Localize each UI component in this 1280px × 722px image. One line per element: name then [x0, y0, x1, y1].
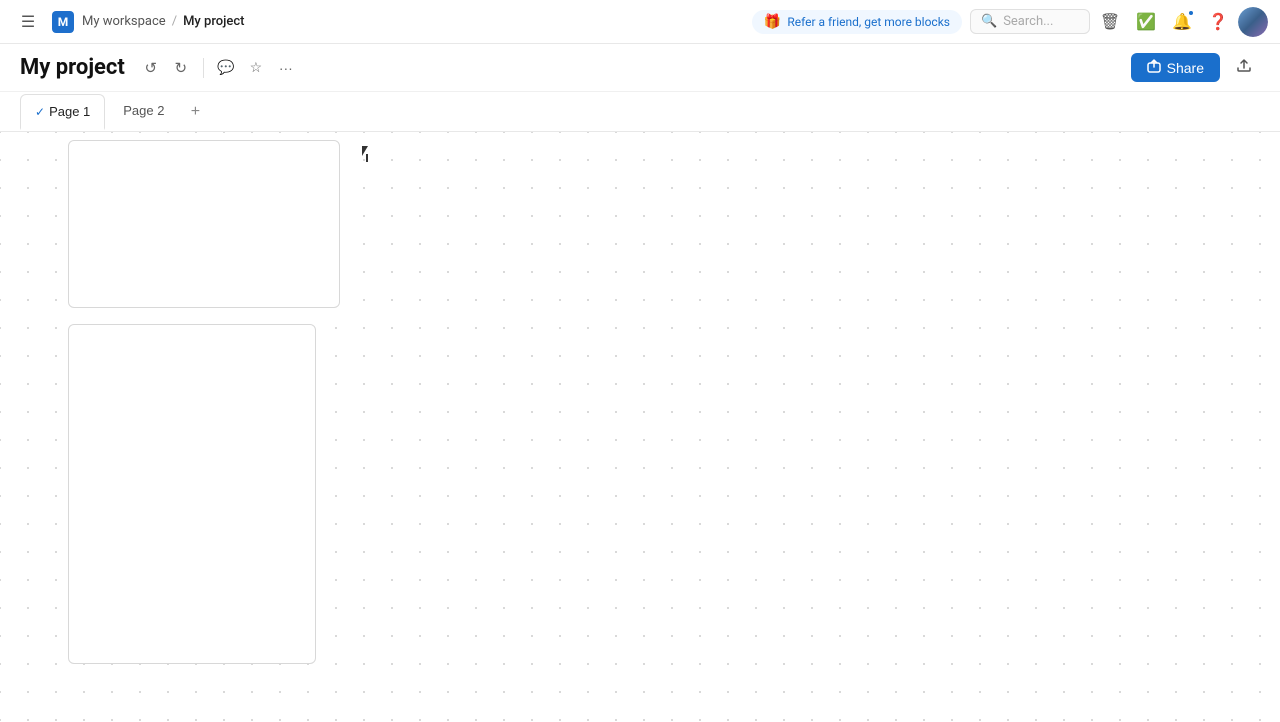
- trash-icon: 🗑: [1100, 12, 1120, 32]
- check-icon: ✅: [1136, 12, 1156, 32]
- page-title: My project: [20, 55, 125, 80]
- share-button[interactable]: Share: [1131, 53, 1220, 82]
- nav-right: 🔍 Search... 🗑 ✅ 🔔 ❓: [970, 6, 1268, 38]
- toolbar-divider: [203, 58, 204, 78]
- share-icon: [1147, 59, 1161, 76]
- breadcrumb-separator: /: [172, 14, 177, 29]
- tab-check-icon: ✓: [35, 105, 45, 119]
- check-button[interactable]: ✅: [1130, 6, 1162, 38]
- notifications-button[interactable]: 🔔: [1166, 6, 1198, 38]
- workspace-name: My workspace: [82, 14, 166, 29]
- search-box[interactable]: 🔍 Search...: [970, 9, 1090, 34]
- workspace-icon: M: [52, 11, 74, 33]
- share-label: Share: [1167, 60, 1204, 76]
- menu-toggle-button[interactable]: ☰: [12, 6, 44, 38]
- comment-button[interactable]: 💬: [212, 54, 240, 82]
- tab-page-1-label: Page 1: [49, 104, 90, 119]
- canvas-area[interactable]: [0, 132, 1280, 722]
- notification-dot: [1188, 10, 1194, 16]
- refer-text: Refer a friend, get more blocks: [787, 15, 950, 29]
- ellipsis-icon: ···: [279, 60, 293, 76]
- redo-button[interactable]: ↻: [167, 54, 195, 82]
- gift-icon: 🎁: [764, 14, 781, 30]
- star-icon: ☆: [250, 59, 263, 76]
- undo-button[interactable]: ↺: [137, 54, 165, 82]
- tab-page-1[interactable]: ✓ Page 1: [20, 94, 105, 130]
- nav-center: 🎁 Refer a friend, get more blocks: [752, 10, 962, 34]
- search-placeholder: Search...: [1003, 14, 1053, 29]
- undo-icon: ↺: [145, 59, 158, 77]
- help-button[interactable]: ❓: [1202, 6, 1234, 38]
- cursor-indicator: [362, 146, 376, 166]
- add-icon: +: [191, 103, 200, 121]
- user-avatar-button[interactable]: [1238, 7, 1268, 37]
- add-tab-button[interactable]: +: [182, 99, 208, 125]
- help-icon: ❓: [1208, 12, 1228, 32]
- trash-button[interactable]: 🗑: [1094, 6, 1126, 38]
- tab-page-2-label: Page 2: [123, 103, 164, 118]
- hamburger-icon: ☰: [21, 12, 35, 32]
- canvas-card-1[interactable]: [68, 140, 340, 308]
- tab-page-2[interactable]: Page 2: [109, 94, 178, 130]
- project-toolbar: My project ↺ ↻ 💬 ☆ ··· Share: [0, 44, 1280, 92]
- star-button[interactable]: ☆: [242, 54, 270, 82]
- canvas-card-2[interactable]: [68, 324, 316, 664]
- more-options-button[interactable]: ···: [272, 54, 300, 82]
- refer-banner[interactable]: 🎁 Refer a friend, get more blocks: [752, 10, 962, 34]
- breadcrumb: My workspace / My project: [82, 14, 244, 29]
- toolbar-actions: ↺ ↻ 💬 ☆ ···: [137, 54, 300, 82]
- redo-icon: ↻: [175, 59, 188, 77]
- export-icon: [1236, 57, 1252, 78]
- toolbar-right: Share: [1131, 52, 1260, 84]
- avatar: [1238, 7, 1268, 37]
- comment-icon: 💬: [217, 59, 234, 76]
- project-breadcrumb: My project: [183, 14, 244, 29]
- search-icon: 🔍: [981, 14, 997, 29]
- top-nav: ☰ M My workspace / My project 🎁 Refer a …: [0, 0, 1280, 44]
- tabs-bar: ✓ Page 1 Page 2 +: [0, 92, 1280, 132]
- export-button[interactable]: [1228, 52, 1260, 84]
- nav-left: ☰ M My workspace / My project: [12, 6, 744, 38]
